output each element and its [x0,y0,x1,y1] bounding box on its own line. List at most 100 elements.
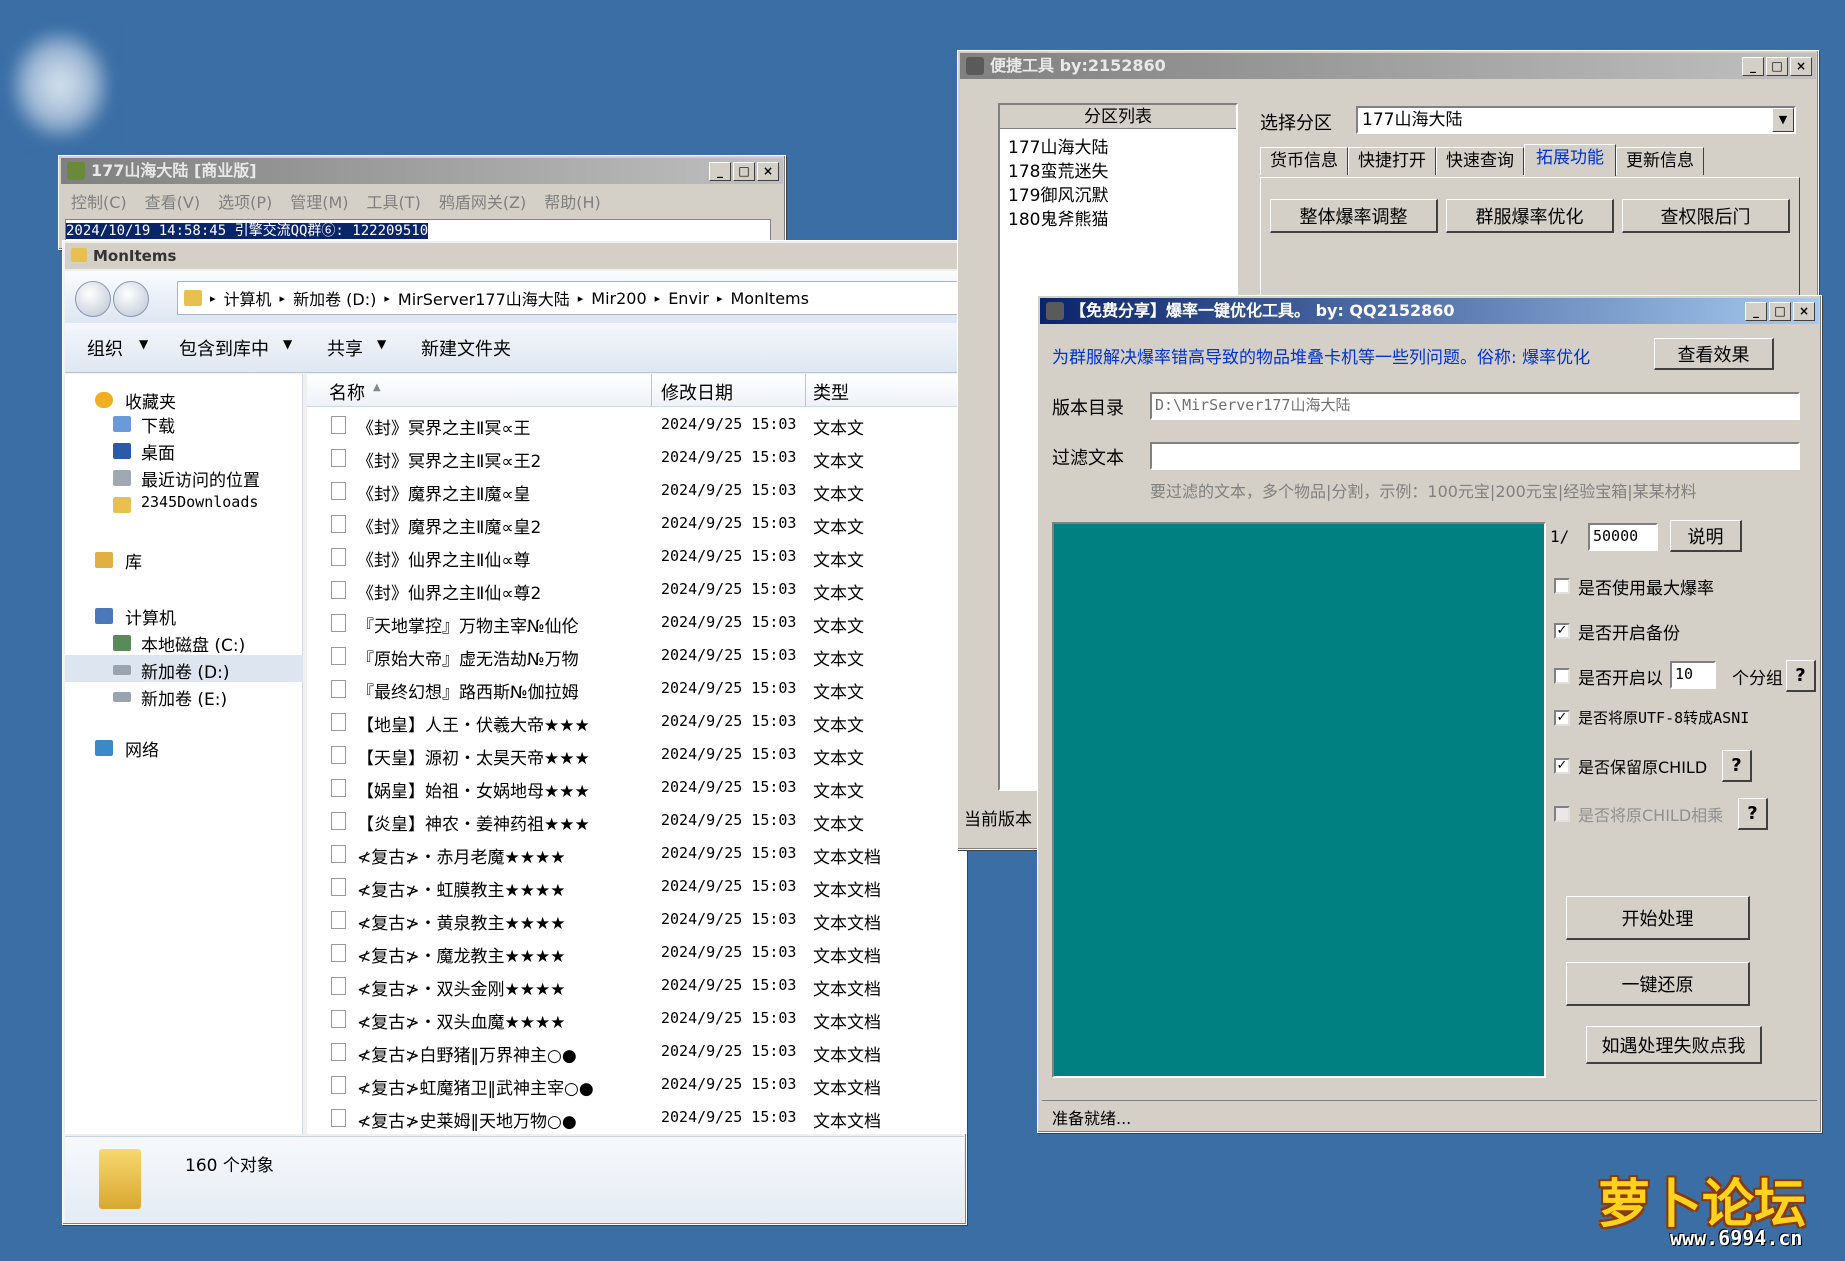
explorer-titlebar[interactable]: MonItems [65,243,964,269]
help-button[interactable]: ? [1786,660,1816,692]
file-row[interactable]: 《封》魔界之主Ⅱ魔∝皇 2024/9/25 15:03 文本文 [307,477,966,505]
maximize-icon[interactable]: □ [1769,302,1791,321]
start-process-button[interactable]: 开始处理 [1566,896,1750,940]
use-max-rate-checkbox[interactable] [1554,578,1570,594]
forward-button[interactable] [113,281,149,317]
enable-grouping-checkbox[interactable] [1554,668,1570,684]
view-effect-button[interactable]: 查看效果 [1654,338,1774,370]
check-backdoor-button[interactable]: 查权限后门 [1622,199,1790,233]
help-button[interactable]: ? [1738,798,1768,830]
file-row[interactable]: 【娲皇】始祖・女娲地母★★★ 2024/9/25 15:03 文本文 [307,774,966,802]
minimize-icon[interactable]: _ [709,162,731,181]
partition-item[interactable]: 178蛮荒迷失 [1008,157,1108,182]
maximize-icon[interactable]: □ [733,162,755,181]
menu-options[interactable]: 选项(P) [218,189,272,213]
address-bar[interactable]: ▸ 计算机 ▸ 新加卷 (D:) ▸ MirServer177山海大陆 ▸ Mi… [177,281,977,315]
file-row[interactable]: 《封》冥界之主Ⅱ冥∝王2 2024/9/25 15:03 文本文 [307,444,966,472]
minimize-icon[interactable]: _ [1742,57,1764,76]
nav-desktop[interactable]: 桌面 [141,439,175,464]
keep-child-checkbox[interactable]: ✓ [1554,758,1570,774]
breadcrumb-mirserver[interactable]: MirServer177山海大陆 [398,286,570,310]
partition-item[interactable]: 180鬼斧熊猫 [1008,205,1108,230]
file-row[interactable]: 《封》冥界之主Ⅱ冥∝王 2024/9/25 15:03 文本文 [307,411,966,439]
include-library-button[interactable]: 包含到库中 [179,335,269,361]
nav-computer[interactable]: 计算机 [125,604,176,629]
back-button[interactable] [75,281,111,317]
nav-network[interactable]: 网络 [125,736,159,761]
ratio-input[interactable]: 50000 [1588,523,1658,551]
multiply-child-checkbox[interactable] [1554,806,1570,822]
failure-help-button[interactable]: 如遇处理失败点我 [1586,1026,1762,1064]
maximize-icon[interactable]: □ [1766,57,1788,76]
menu-view[interactable]: 查看(V) [145,189,200,213]
tab-extensions[interactable]: 拓展功能 [1524,144,1616,176]
menu-manage[interactable]: 管理(M) [290,189,348,213]
file-row[interactable]: 《封》魔界之主Ⅱ魔∝皇2 2024/9/25 15:03 文本文 [307,510,966,538]
column-name[interactable]: 名称 [329,379,365,405]
enable-backup-checkbox[interactable]: ✓ [1554,623,1570,639]
breadcrumb-drive-d[interactable]: 新加卷 (D:) [293,286,376,310]
adjust-rate-button[interactable]: 整体爆率调整 [1270,199,1438,233]
tab-currency[interactable]: 货币信息 [1260,147,1348,175]
file-row[interactable]: ≮复古≯虹魔猪卫‖武神主宰○● 2024/9/25 15:03 文本文档 [307,1071,966,1099]
nav-drive-c[interactable]: 本地磁盘 (C:) [141,631,245,656]
file-row[interactable]: ≮复古≯・黄泉教主★★★★ 2024/9/25 15:03 文本文档 [307,906,966,934]
console-titlebar[interactable]: 177山海大陆 [商业版] _ □ × [61,158,783,184]
nav-favorites[interactable]: 收藏夹 [125,388,176,413]
close-icon[interactable]: × [757,162,779,181]
share-button[interactable]: 共享 [327,335,363,361]
explain-button[interactable]: 说明 [1670,520,1742,552]
nav-2345downloads[interactable]: 2345Downloads [141,493,258,511]
desktop-icon-blurred[interactable] [10,30,110,140]
optimize-rate-button[interactable]: 群服爆率优化 [1446,199,1614,233]
partition-item[interactable]: 177山海大陆 [1008,133,1108,158]
file-row[interactable]: ≮复古≯・赤月老魔★★★★ 2024/9/25 15:03 文本文档 [307,840,966,868]
partition-select[interactable]: 177山海大陆 ▼ [1356,106,1796,134]
column-type[interactable]: 类型 [813,379,849,405]
breadcrumb-envir[interactable]: Envir [668,289,709,308]
column-date[interactable]: 修改日期 [661,379,733,405]
breadcrumb-mir200[interactable]: Mir200 [591,289,646,308]
menu-tools[interactable]: 工具(T) [367,189,421,213]
breadcrumb-computer[interactable]: 计算机 [224,286,272,310]
file-row[interactable]: ≮复古≯・双头血魔★★★★ 2024/9/25 15:03 文本文档 [307,1005,966,1033]
nav-drive-d[interactable]: 新加卷 (D:) [141,658,230,683]
nav-downloads[interactable]: 下载 [141,412,175,437]
chevron-down-icon[interactable]: ▼ [1772,108,1794,132]
file-row[interactable]: 【天皇】源初・太昊天帝★★★ 2024/9/25 15:03 文本文 [307,741,966,769]
restore-button[interactable]: 一键还原 [1566,962,1750,1006]
close-icon[interactable]: × [1790,57,1812,76]
output-log[interactable] [1052,522,1546,1078]
nav-drive-e[interactable]: 新加卷 (E:) [141,685,227,710]
tab-updates[interactable]: 更新信息 [1616,147,1704,175]
file-row[interactable]: ≮复古≯史莱姆‖天地万物○● 2024/9/25 15:03 文本文档 [307,1104,966,1132]
file-row[interactable]: ≮复古≯白野猪‖万界神主○● 2024/9/25 15:03 文本文档 [307,1038,966,1066]
menu-gateway[interactable]: 鸦盾网关(Z) [439,189,526,213]
file-row[interactable]: ≮复古≯・魔龙教主★★★★ 2024/9/25 15:03 文本文档 [307,939,966,967]
file-row[interactable]: 【炎皇】神农・姜神药祖★★★ 2024/9/25 15:03 文本文 [307,807,966,835]
tab-quick-open[interactable]: 快捷打开 [1348,147,1436,175]
utf8-to-ansi-checkbox[interactable]: ✓ [1554,710,1570,726]
tab-quick-query[interactable]: 快速查询 [1436,147,1524,175]
column-divider[interactable] [651,374,652,407]
column-divider[interactable] [805,374,806,407]
version-dir-input[interactable]: D:\MirServer177山海大陆 [1150,392,1800,420]
optimizer-titlebar[interactable]: 【免费分享】爆率一键优化工具。 by: QQ2152860 _ □ × [1040,298,1819,324]
nav-recent[interactable]: 最近访问的位置 [141,466,260,491]
file-row[interactable]: 『原始大帝』虚无浩劫№万物 2024/9/25 15:03 文本文 [307,642,966,670]
close-icon[interactable]: × [1793,302,1815,321]
help-button[interactable]: ? [1722,750,1752,782]
breadcrumb-monitems[interactable]: MonItems [730,289,809,308]
organize-button[interactable]: 组织 [87,335,123,361]
file-row[interactable]: 『天地掌控』万物主宰№仙伦 2024/9/25 15:03 文本文 [307,609,966,637]
filter-text-input[interactable] [1150,442,1800,470]
file-row[interactable]: 《封》仙界之主Ⅱ仙∝尊2 2024/9/25 15:03 文本文 [307,576,966,604]
file-row[interactable]: 《封》仙界之主Ⅱ仙∝尊 2024/9/25 15:03 文本文 [307,543,966,571]
file-row[interactable]: ≮复古≯・双头金刚★★★★ 2024/9/25 15:03 文本文档 [307,972,966,1000]
quicktool-titlebar[interactable]: 便捷工具 by:2152860 _ □ × [960,53,1816,79]
file-row[interactable]: 【地皇】人王・伏羲大帝★★★ 2024/9/25 15:03 文本文 [307,708,966,736]
partition-list-header[interactable]: 分区列表 [1000,105,1236,129]
minimize-icon[interactable]: _ [1745,302,1767,321]
file-row[interactable]: ≮复古≯・虹膜教主★★★★ 2024/9/25 15:03 文本文档 [307,873,966,901]
menu-control[interactable]: 控制(C) [71,189,127,213]
